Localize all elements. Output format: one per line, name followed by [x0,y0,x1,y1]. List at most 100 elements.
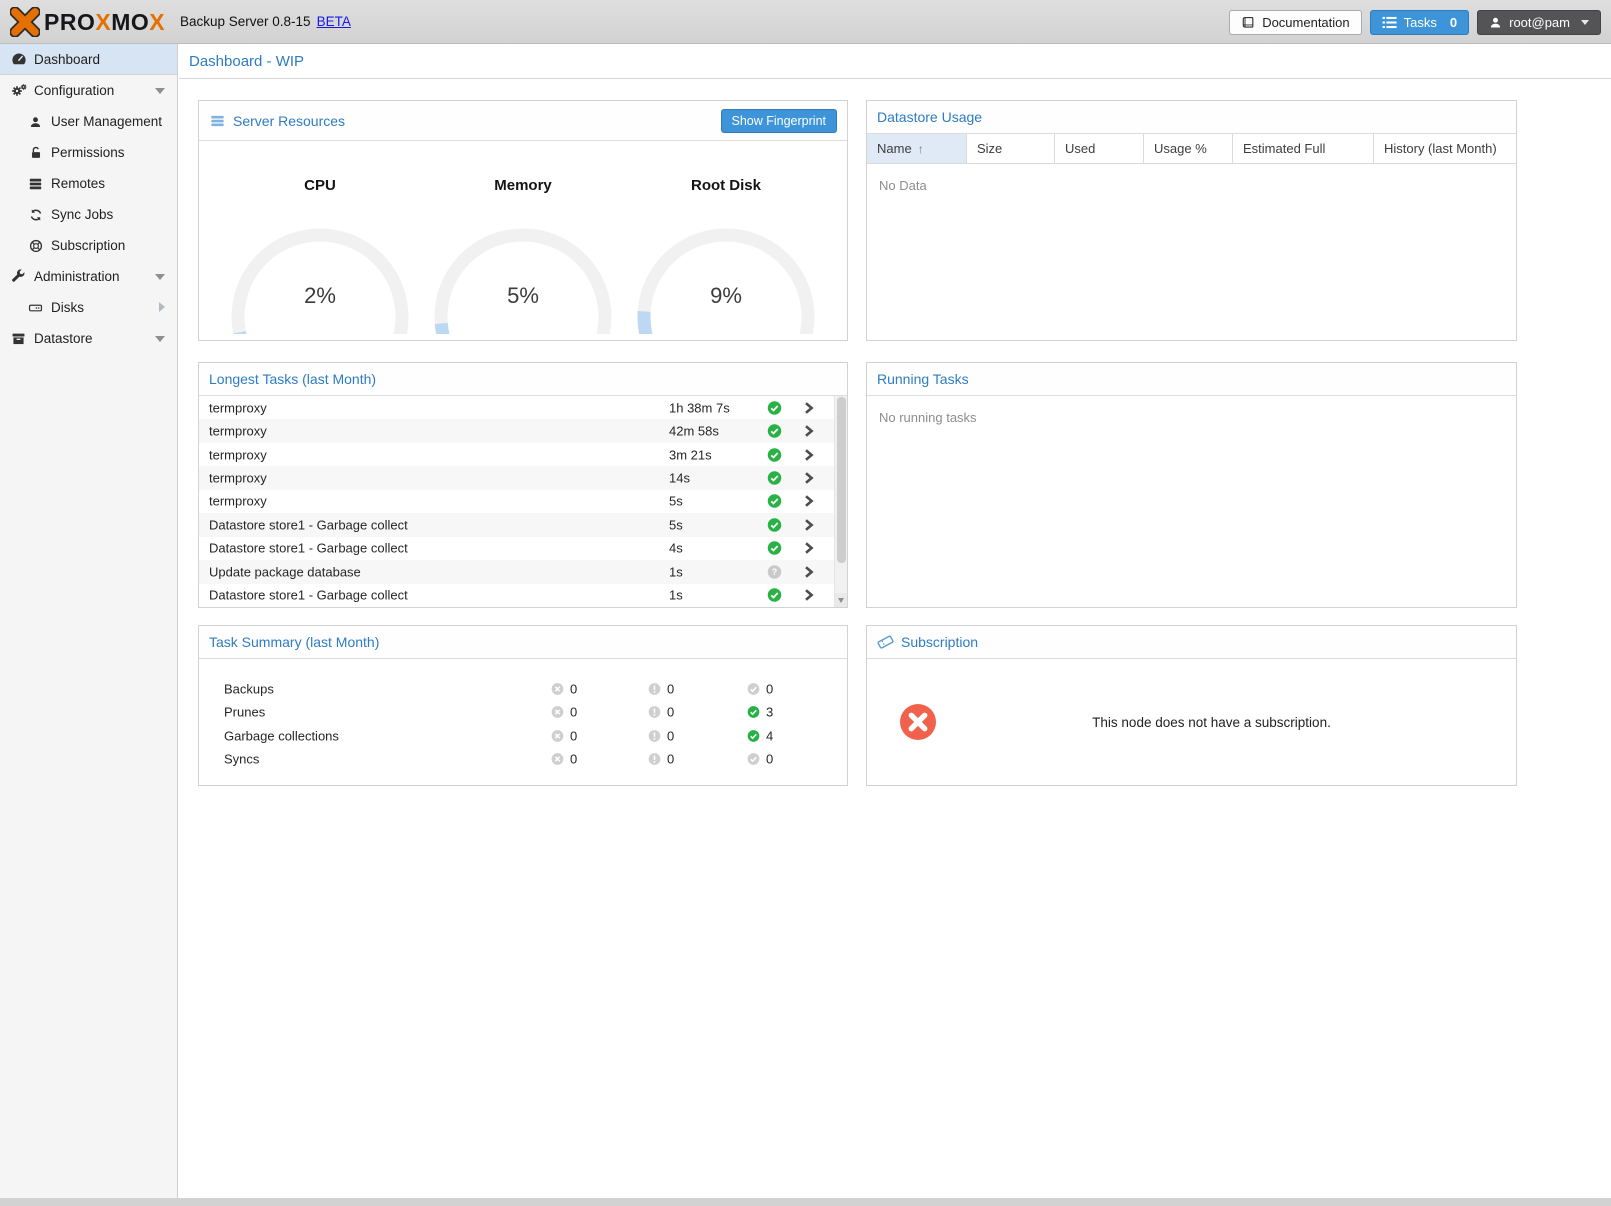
chevron-right-icon[interactable] [803,588,815,602]
panel-title: Longest Tasks (last Month) [209,371,376,387]
chevron-right-icon[interactable] [803,494,815,508]
task-row[interactable]: termproxy 14s [199,466,847,489]
sidebar-item-dashboard[interactable]: Dashboard [0,44,177,75]
ok-count: 3 [747,705,773,720]
sidebar-item-sync-jobs[interactable]: Sync Jobs [0,199,177,230]
cogs-icon [10,83,27,99]
chevron-right-icon[interactable] [803,565,815,579]
user-label: root@pam [1509,15,1570,30]
column-label: Used [1065,141,1095,156]
task-row[interactable]: Datastore store1 - Garbage collect 5s [199,513,847,536]
task-name: Datastore store1 - Garbage collect [209,517,408,532]
summary-label: Prunes [224,705,265,720]
sidebar-item-permissions[interactable]: Permissions [0,137,177,168]
check-circle-icon [747,729,760,742]
proxmox-x-icon [10,7,40,37]
tasks-count-badge: 0 [1450,15,1457,30]
tasks-button[interactable]: Tasks 0 [1370,10,1469,35]
check-circle-icon [767,447,782,462]
longest-tasks-panel: Longest Tasks (last Month) termproxy 1h … [198,362,848,608]
gauge-value: 9% [631,283,821,309]
chevron-right-icon[interactable] [803,401,815,415]
summary-row: Syncs 0 0 0 [199,748,847,772]
column-header-estimated-full[interactable]: Estimated Full [1233,134,1374,163]
task-row[interactable]: Datastore store1 - Garbage collect 4s [199,537,847,560]
count-value: 0 [766,752,773,767]
user-menu-button[interactable]: root@pam [1477,10,1601,35]
error-count: 0 [551,705,577,720]
archive-icon [10,331,27,347]
count-value: 0 [667,705,674,720]
task-row[interactable]: Update package database 1s ? [199,560,847,583]
server-resources-header: Server Resources Show Fingerprint [199,101,847,141]
sidebar-item-administration[interactable]: Administration [0,261,177,292]
datastore-usage-header: Datastore Usage [867,101,1516,134]
sidebar-item-label: Dashboard [34,52,100,67]
chevron-right-icon[interactable] [803,471,815,485]
scrollbar-thumb[interactable] [837,397,846,563]
column-header-usage-pct[interactable]: Usage % [1144,134,1233,163]
sidebar-item-configuration[interactable]: Configuration [0,75,177,106]
hdd-icon [27,300,44,316]
sidebar-item-subscription[interactable]: Subscription [0,230,177,261]
column-header-name[interactable]: Name ↑ [867,134,967,163]
ok-count: 0 [747,752,773,767]
sidebar-item-label: Administration [34,269,120,284]
sidebar-item-remotes[interactable]: Remotes [0,168,177,199]
column-header-history[interactable]: History (last Month) [1374,134,1516,163]
task-row[interactable]: termproxy 3m 21s [199,443,847,466]
tachometer-icon [10,51,27,67]
page-title: Dashboard - WIP [179,44,1611,79]
check-circle-icon [747,753,760,766]
task-duration: 5s [669,517,683,532]
task-row[interactable]: termproxy 1h 38m 7s [199,396,847,419]
summary-label: Garbage collections [224,728,339,743]
unlock-icon [27,145,44,161]
chevron-down-icon [155,336,165,342]
task-name: Datastore store1 - Garbage collect [209,588,408,603]
task-name: termproxy [209,494,267,509]
chevron-right-icon[interactable] [803,424,815,438]
count-value: 0 [667,728,674,743]
chevron-right-icon[interactable] [803,541,815,555]
show-fingerprint-button[interactable]: Show Fingerprint [721,109,838,133]
sort-asc-icon: ↑ [918,142,924,156]
summary-label: Syncs [224,752,259,767]
chevron-right-icon[interactable] [803,448,815,462]
column-header-used[interactable]: Used [1055,134,1144,163]
task-summary-panel: Task Summary (last Month) Backups 0 0 0 [198,625,848,786]
sidebar-item-user-management[interactable]: User Management [0,106,177,137]
cpu-gauge: CPU 2% [225,177,415,334]
sidebar-item-datastore[interactable]: Datastore [0,323,177,354]
check-circle-icon [767,494,782,509]
task-summary-body: Backups 0 0 0 Prunes 0 [199,659,847,771]
check-circle-icon [767,517,782,532]
gauge-title: Memory [428,177,618,195]
error-circle-icon [551,729,564,742]
documentation-button[interactable]: Documentation [1229,10,1361,35]
task-row[interactable]: termproxy 5s [199,490,847,513]
scrollbar[interactable] [834,396,847,607]
column-label: History (last Month) [1384,141,1497,156]
task-duration: 1s [669,588,683,603]
task-row[interactable]: Datastore store1 - Garbage collect 1s [199,584,847,607]
warning-circle-icon [648,753,661,766]
sidebar-item-label: Sync Jobs [51,207,113,222]
beta-link[interactable]: BETA [317,14,351,29]
warning-count: 0 [648,705,674,720]
scrollbar-down-button[interactable] [835,593,847,607]
task-row[interactable]: termproxy 42m 58s [199,419,847,442]
column-header-size[interactable]: Size [967,134,1055,163]
count-value: 4 [766,728,773,743]
summary-row: Backups 0 0 0 [199,677,847,701]
check-circle-icon [767,424,782,439]
task-duration: 5s [669,494,683,509]
sidebar: Dashboard Configuration User Management [0,44,178,1198]
panel-title: Server Resources [233,113,345,129]
running-tasks-panel: Running Tasks No running tasks [866,362,1517,608]
chevron-right-icon[interactable] [803,518,815,532]
check-circle-icon [767,471,782,486]
sidebar-item-disks[interactable]: Disks [0,292,177,323]
window-bottom-edge [0,1198,1611,1206]
summary-row: Garbage collections 0 0 4 [199,724,847,748]
